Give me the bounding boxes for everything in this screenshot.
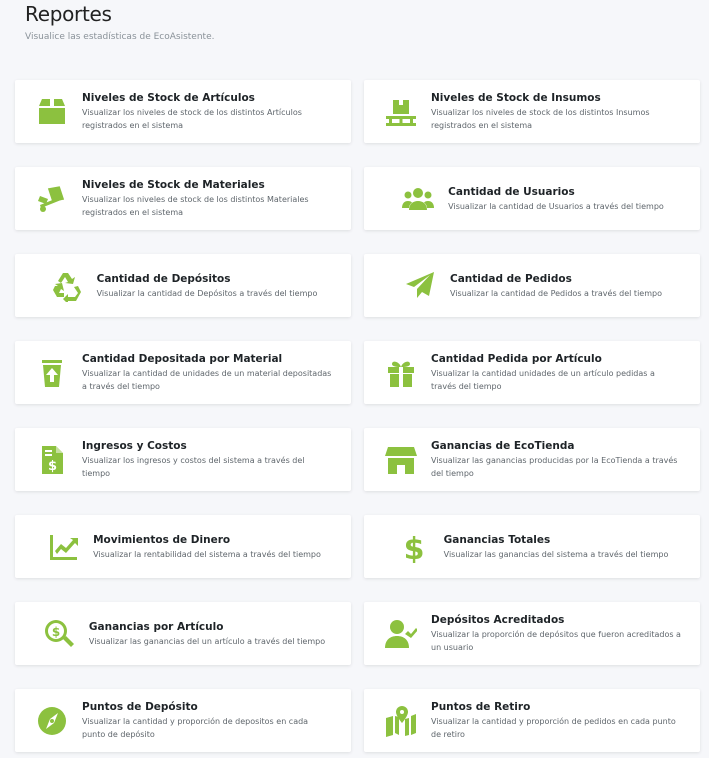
- user-check-icon: [383, 617, 419, 651]
- recycle-icon: [49, 269, 85, 303]
- report-card-title: Ganancias Totales: [443, 533, 551, 546]
- report-card-ganancias-por-articulo[interactable]: $ Ganancias por Artículo Visualizar las …: [15, 602, 351, 665]
- report-card-niveles-de-stock-de-articulos[interactable]: Niveles de Stock de Artículos Visualizar…: [15, 80, 351, 143]
- report-card-description: Visualizar la cantidad de Pedidos a trav…: [450, 288, 662, 298]
- page-header: Reportes Visualice las estadísticas de E…: [25, 2, 214, 42]
- report-card-cantidad-de-pedidos[interactable]: Cantidad de Pedidos Visualizar la cantid…: [364, 254, 700, 317]
- report-card-cantidad-de-usuarios[interactable]: Cantidad de Usuarios Visualizar la canti…: [364, 167, 700, 230]
- pallet-box-icon: [383, 95, 419, 129]
- report-card-movimientos-de-dinero[interactable]: Movimientos de Dinero Visualizar la rent…: [15, 515, 351, 578]
- report-card-description: Visualizar la cantidad de Depósitos a tr…: [96, 288, 318, 298]
- report-card-ingresos-y-costos[interactable]: $ Ingresos y Costos Visualizar los ingre…: [15, 428, 351, 491]
- report-card-description: Visualizar la cantidad unidades de un ar…: [431, 369, 655, 391]
- report-card-title: Niveles de Stock de Artículos: [82, 92, 255, 104]
- dolly-icon: [34, 182, 70, 216]
- report-card-depositos-acreditados[interactable]: Depósitos Acreditados Visualizar la prop…: [364, 602, 700, 665]
- svg-text:$: $: [403, 532, 424, 563]
- dollar-sign-icon: $: [396, 530, 432, 564]
- report-card-puntos-de-retiro[interactable]: Puntos de Retiro Visualizar la cantidad …: [364, 689, 700, 752]
- report-card-ganancias-de-ecotienda[interactable]: Ganancias de EcoTienda Visualizar las ga…: [364, 428, 700, 491]
- report-card-cantidad-pedida-por-articulo[interactable]: Cantidad Pedida por Artículo Visualizar …: [364, 341, 700, 404]
- report-card-description: Visualizar la cantidad de unidades de un…: [82, 369, 332, 391]
- report-card-title: Cantidad de Depósitos: [96, 272, 231, 285]
- report-card-title: Ganancias de EcoTienda: [431, 440, 575, 452]
- report-card-niveles-de-stock-de-materiales[interactable]: Niveles de Stock de Materiales Visualiza…: [15, 167, 351, 230]
- search-dollar-icon: $: [41, 617, 77, 651]
- report-card-title: Ganancias por Artículo: [88, 620, 224, 633]
- report-card-niveles-de-stock-de-insumos[interactable]: Niveles de Stock de Insumos Visualizar l…: [364, 80, 700, 143]
- report-card-puntos-de-deposito[interactable]: Puntos de Depósito Visualizar la cantida…: [15, 689, 351, 752]
- report-card-description: Visualizar los niveles de stock de los d…: [431, 108, 650, 130]
- report-card-title: Niveles de Stock de Insumos: [431, 92, 601, 104]
- report-card-title: Movimientos de Dinero: [93, 533, 231, 546]
- svg-text:$: $: [48, 459, 57, 474]
- report-card-description: Visualizar la proporción de depósitos qu…: [431, 630, 681, 652]
- gift-icon: [383, 356, 419, 390]
- paper-plane-icon: [402, 269, 438, 303]
- report-card-description: Visualizar las ganancias del un artículo…: [88, 636, 326, 646]
- report-card-description: Visualizar la cantidad y proporción de p…: [431, 717, 676, 739]
- map-marked-icon: [383, 704, 419, 738]
- report-card-title: Puntos de Retiro: [431, 701, 531, 713]
- report-card-cantidad-depositada-por-material[interactable]: Cantidad Depositada por Material Visuali…: [15, 341, 351, 404]
- trash-upload-icon: [34, 356, 70, 390]
- report-card-cantidad-de-depositos[interactable]: Cantidad de Depósitos Visualizar la cant…: [15, 254, 351, 317]
- compass-icon: [34, 704, 70, 738]
- page-subtitle: Visualice las estadísticas de EcoAsisten…: [25, 32, 215, 42]
- report-card-title: Cantidad Depositada por Material: [82, 353, 283, 365]
- report-card-description: Visualizar los niveles de stock de los d…: [82, 195, 309, 217]
- report-card-description: Visualizar la cantidad y proporción de d…: [82, 717, 309, 739]
- report-card-description: Visualizar los ingresos y costos del sis…: [82, 456, 305, 478]
- store-icon: [383, 443, 419, 477]
- chart-line-icon: [45, 530, 81, 564]
- report-card-ganancias-totales[interactable]: $ Ganancias Totales Visualizar las ganan…: [364, 515, 700, 578]
- page-title: Reportes: [25, 2, 112, 26]
- report-card-title: Cantidad Pedida por Artículo: [431, 353, 602, 365]
- reports-grid: Niveles de Stock de Artículos Visualizar…: [15, 80, 700, 752]
- report-card-title: Ingresos y Costos: [82, 440, 187, 452]
- report-card-title: Cantidad de Pedidos: [450, 272, 572, 285]
- report-card-description: Visualizar los niveles de stock de los d…: [82, 108, 302, 130]
- report-card-description: Visualizar las ganancias producidas por …: [431, 456, 678, 478]
- svg-text:$: $: [52, 625, 60, 639]
- report-card-description: Visualizar la cantidad de Usuarios a tra…: [448, 201, 664, 211]
- report-card-title: Puntos de Depósito: [82, 701, 198, 713]
- report-card-description: Visualizar la rentabilidad del sistema a…: [93, 549, 321, 559]
- invoice-dollar-icon: $: [34, 443, 70, 477]
- box-icon: [34, 95, 70, 129]
- report-card-title: Depósitos Acreditados: [431, 614, 565, 626]
- report-card-title: Niveles de Stock de Materiales: [82, 179, 265, 191]
- report-card-title: Cantidad de Usuarios: [448, 185, 575, 198]
- users-icon: [400, 182, 436, 216]
- report-card-description: Visualizar las ganancias del sistema a t…: [443, 549, 669, 559]
